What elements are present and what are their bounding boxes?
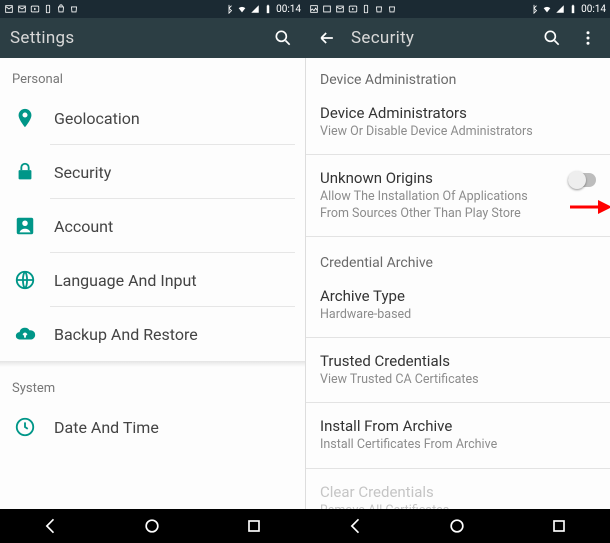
nav-home-icon[interactable] [447,516,467,536]
group-device-admin: Device Administration [306,58,610,94]
device-icon [361,4,371,14]
clock-icon [14,416,36,438]
setting-title: Archive Type [320,287,596,305]
setting-trusted-credentials[interactable]: Trusted Credentials View Trusted CA Cert… [306,342,610,398]
lock-icon [14,161,36,183]
setting-install-from-archive[interactable]: Install From Archive Install Certificate… [306,407,610,463]
setting-subtitle: View Trusted CA Certificates [320,372,596,388]
signal-icon [555,4,565,14]
wifi-icon [237,4,247,14]
item-label: Date And Time [54,418,291,437]
nav-back-icon[interactable] [41,516,61,536]
setting-title: Unknown Origins [320,169,596,187]
setting-archive-type[interactable]: Archive Type Hardware-based [306,277,610,333]
bluetooth-icon [529,4,539,14]
status-notification-icons [309,4,397,14]
device-icon [43,4,53,14]
item-label: Language And Input [54,271,291,290]
person-icon [14,215,36,237]
backup-icon [14,323,36,345]
section-system: System [0,367,305,400]
store2-icon [69,4,79,14]
group-credential-archive: Credential Archive [306,241,610,277]
settings-list: Personal Geolocation Security [0,58,305,509]
store2-icon [387,4,397,14]
security-list: Device Administration Device Administrat… [305,58,610,509]
page-title: Security [351,28,528,48]
overflow-menu-icon[interactable] [576,26,600,50]
status-bar: 00:14 [0,0,305,18]
bluetooth-icon [224,4,234,14]
settings-item-account[interactable]: Account [0,199,305,253]
app-bar: Security [305,18,610,58]
nav-recent-icon[interactable] [549,516,569,536]
store-icon [374,4,384,14]
nav-bar [0,509,305,543]
image-icon [309,4,319,14]
setting-unknown-origins[interactable]: Unknown Origins Allow The Installation O… [306,159,610,232]
signal-icon [250,4,260,14]
setting-subtitle: Hardware-based [320,307,596,323]
item-label: Account [54,217,291,236]
battery-icon [568,4,578,14]
play-icon [348,4,358,14]
settings-item-datetime[interactable]: Date And Time [0,400,305,454]
nav-back-icon[interactable] [346,516,366,536]
gmail-icon [335,4,345,14]
back-icon[interactable] [315,26,339,50]
settings-item-security[interactable]: Security [0,145,305,199]
unknown-origins-toggle[interactable] [568,173,596,187]
play-icon [30,4,40,14]
item-label: Geolocation [54,109,291,128]
setting-subtitle: View Or Disable Device Administrators [320,124,596,140]
setting-subtitle: Allow The Installation Of Applications F… [320,189,596,222]
security-screen: 00:14 Security Device Administration Dev… [305,0,610,543]
status-bar: 00:14 [305,0,610,18]
nav-bar [305,509,610,543]
battery-icon [263,4,273,14]
status-time: 00:14 [581,4,606,15]
setting-title: Clear Credentials [320,483,596,501]
search-icon[interactable] [271,26,295,50]
location-icon [14,107,36,129]
page-title: Settings [10,28,259,48]
setting-title: Device Administrators [320,104,596,122]
search-icon[interactable] [540,26,564,50]
mail-icon [322,4,332,14]
setting-title: Trusted Credentials [320,352,596,370]
section-personal: Personal [0,58,305,91]
wifi-icon [542,4,552,14]
status-system-icons: 00:14 [529,4,606,15]
status-system-icons: 00:14 [224,4,301,15]
app-bar: Settings [0,18,305,58]
item-label: Security [54,163,291,182]
setting-subtitle: Install Certificates From Archive [320,437,596,453]
store-icon [56,4,66,14]
settings-item-geolocation[interactable]: Geolocation [0,91,305,145]
mail-icon [4,4,14,14]
setting-clear-credentials: Clear Credentials Remove All Certificate… [306,473,610,510]
setting-device-administrators[interactable]: Device Administrators View Or Disable De… [306,94,610,150]
status-time: 00:14 [276,4,301,15]
nav-recent-icon[interactable] [244,516,264,536]
setting-subtitle: Remove All Certificates [320,503,596,510]
item-label: Backup And Restore [54,325,291,344]
status-notification-icons [4,4,79,14]
settings-item-language[interactable]: Language And Input [0,253,305,307]
settings-item-backup[interactable]: Backup And Restore [0,307,305,361]
globe-icon [14,269,36,291]
nav-home-icon[interactable] [142,516,162,536]
setting-title: Install From Archive [320,417,596,435]
gmail-icon [17,4,27,14]
settings-screen: 00:14 Settings Personal Geolocation [0,0,305,543]
